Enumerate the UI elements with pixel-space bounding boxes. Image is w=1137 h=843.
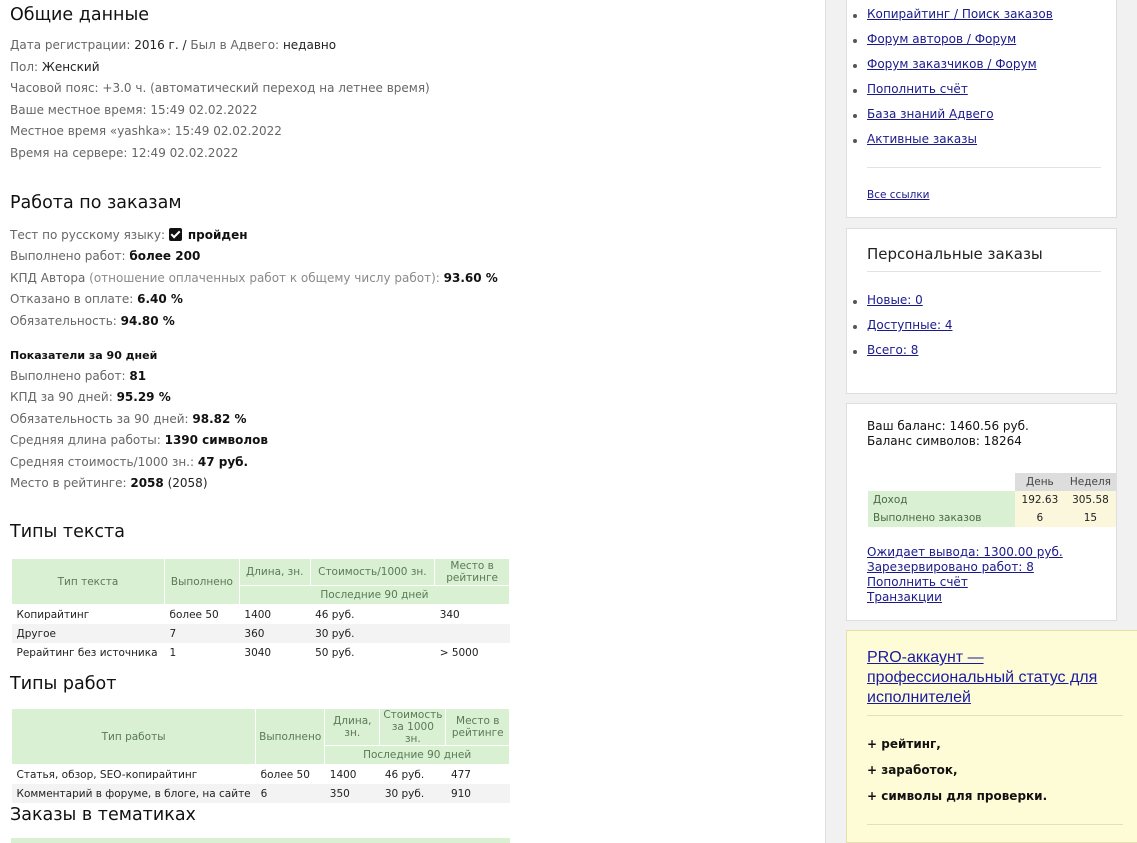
personal-new-link[interactable]: Новые: 0 <box>853 293 923 307</box>
transactions-link[interactable]: Транзакции <box>867 590 942 604</box>
work-types-table: Тип работы Выполнено Длина, зн. Стоимост… <box>10 708 510 803</box>
table-row: Статья, обзор, SEO-копирайтинг более 50 14… <box>16 768 471 781</box>
orders-title: Работа по заказам <box>10 193 182 213</box>
text-types-title: Типы текста <box>10 522 125 542</box>
col-header: Тип работы <box>10 708 257 765</box>
sidebar-link[interactable]: Форум авторов / Форум <box>852 32 1016 46</box>
personal-orders-box: Персональные заказы Новые: 0 Доступные: … <box>846 228 1117 394</box>
main-content: Общие данные Дата регистрации: 2016 г. /… <box>0 0 825 843</box>
checkbox-icon <box>168 228 182 241</box>
income-table: День Неделя Доход 192.63 305.58 Выполнен… <box>868 473 1116 527</box>
pro-account-link[interactable]: PRO-аккаунт — профессиональный статус дл… <box>867 648 1122 708</box>
topics-title: Заказы в тематиках <box>10 805 196 825</box>
oblig-row: Обязательность: 94.80 % <box>10 314 175 328</box>
local-time-row: Ваше местное время: 15:49 02.02.2022 <box>10 103 258 117</box>
stats90-title: Показатели за 90 дней <box>10 349 158 362</box>
topup-link[interactable]: Пополнить счёт <box>867 575 968 589</box>
gender-row: Пол: Женский <box>10 60 100 74</box>
withdraw-link[interactable]: Ожидает вывода: 1300.00 руб. <box>867 545 1063 559</box>
general-title: Общие данные <box>10 5 150 25</box>
pro-benefit: + заработок, <box>867 763 958 777</box>
stats90-rank-row: Место в рейтинге: 2058 (2058) <box>10 476 208 490</box>
col-header: Выполнено <box>255 708 326 765</box>
refused-row: Отказано в оплате: 6.40 % <box>10 292 183 306</box>
col-header: Последние 90 дней <box>238 585 511 605</box>
col-header: Стоимость за 1000 зн. <box>379 708 447 746</box>
reg-row: Дата регистрации: 2016 г. / Был в Адвего… <box>10 38 337 52</box>
stats90-oblig-row: Обязательность за 90 дней: 98.82 % <box>10 412 247 426</box>
table-row: Рерайтинг без источника 1 3040 50 руб. > 500… <box>16 646 479 659</box>
sidebar-link[interactable]: Пополнить счёт <box>853 82 968 96</box>
balance-text: Ваш баланс: 1460.56 руб. <box>867 419 1029 433</box>
col-header: Выполнено <box>163 558 240 605</box>
table-row: Доход 192.63 305.58 <box>868 491 1116 509</box>
personal-total-link[interactable]: Всего: 8 <box>852 343 918 357</box>
pro-benefit: + рейтинг, <box>867 737 941 751</box>
topics-table-header <box>11 838 510 843</box>
work-types-title: Типы работ <box>10 674 117 694</box>
stats90-kpd-row: КПД за 90 дней: 95.29 % <box>10 390 171 404</box>
col-header: Длина, зн. <box>324 708 381 746</box>
table-row: Выполнено заказов 6 15 <box>868 509 1116 527</box>
table-row: Комментарий в форуме, в блоге, на сайте 6… <box>11 784 510 803</box>
reserved-link[interactable]: Зарезервировано работ: 8 <box>867 560 1034 574</box>
col-header: Место в рейтинге <box>445 708 510 746</box>
col-header: Последние 90 дней <box>324 745 510 765</box>
symbols-balance: Баланс символов: 18264 <box>867 434 1022 448</box>
divider <box>867 167 1101 168</box>
personal-orders-title: Персональные заказы <box>867 245 1043 263</box>
server-time-row: Время на сервере: 12:49 02.02.2022 <box>10 146 239 160</box>
pro-account-box: PRO-аккаунт — профессиональный статус дл… <box>846 630 1137 843</box>
stats90-done-row: Выполнено работ: 81 <box>10 369 147 383</box>
divider <box>867 271 1101 272</box>
sidebar: Копирайтинг / Поиск заказов Форум авторо… <box>825 0 1137 843</box>
text-types-table: Тип текста Выполнено Длина, зн. Стоимост… <box>11 558 511 662</box>
sidebar-link[interactable]: База знаний Адвего <box>853 107 994 121</box>
sidebar-link[interactable]: Форум заказчиков / Форум <box>853 57 1037 71</box>
table-row: Копирайтинг более 50 1400 46 руб. 340 <box>16 608 460 621</box>
all-links[interactable]: Все ссылки <box>867 189 930 201</box>
pro-benefit: + символы для проверки. <box>867 789 1048 803</box>
balance-box: Ваш баланс: 1460.56 руб. Баланс символов… <box>846 403 1117 621</box>
divider <box>867 824 1123 825</box>
stats90-len-row: Средняя длина работы: 1390 символов <box>10 433 268 447</box>
done-row: Выполнено работ: более 200 <box>10 249 201 263</box>
sidebar-link[interactable]: Копирайтинг / Поиск заказов <box>853 7 1053 21</box>
col-header: Длина, зн. <box>238 558 311 586</box>
links-box: Копирайтинг / Поиск заказов Форум авторо… <box>846 0 1117 218</box>
test-row: Тест по русскому языку: пройден <box>10 228 248 242</box>
user-time-row: Местное время «yashka»: 15:49 02.02.2022 <box>10 124 282 138</box>
sidebar-link[interactable]: Активные заказы <box>852 132 977 146</box>
col-header: Тип текста <box>11 558 165 605</box>
timezone-row: Часовой пояс: +3.0 ч. (автоматический пе… <box>10 81 430 95</box>
personal-available-link[interactable]: Доступные: 4 <box>852 318 952 332</box>
divider <box>867 715 1123 716</box>
stats90-cost-row: Средняя стоимость/1000 зн.: 47 руб. <box>10 455 249 469</box>
kpd-row: КПД Автора (отношение оплаченных работ к… <box>10 271 498 285</box>
table-row: Другое 7 360 30 руб. <box>11 624 510 643</box>
col-header: Место в рейтинге <box>434 558 510 586</box>
col-header: Стоимость/1000 зн. <box>309 558 436 586</box>
